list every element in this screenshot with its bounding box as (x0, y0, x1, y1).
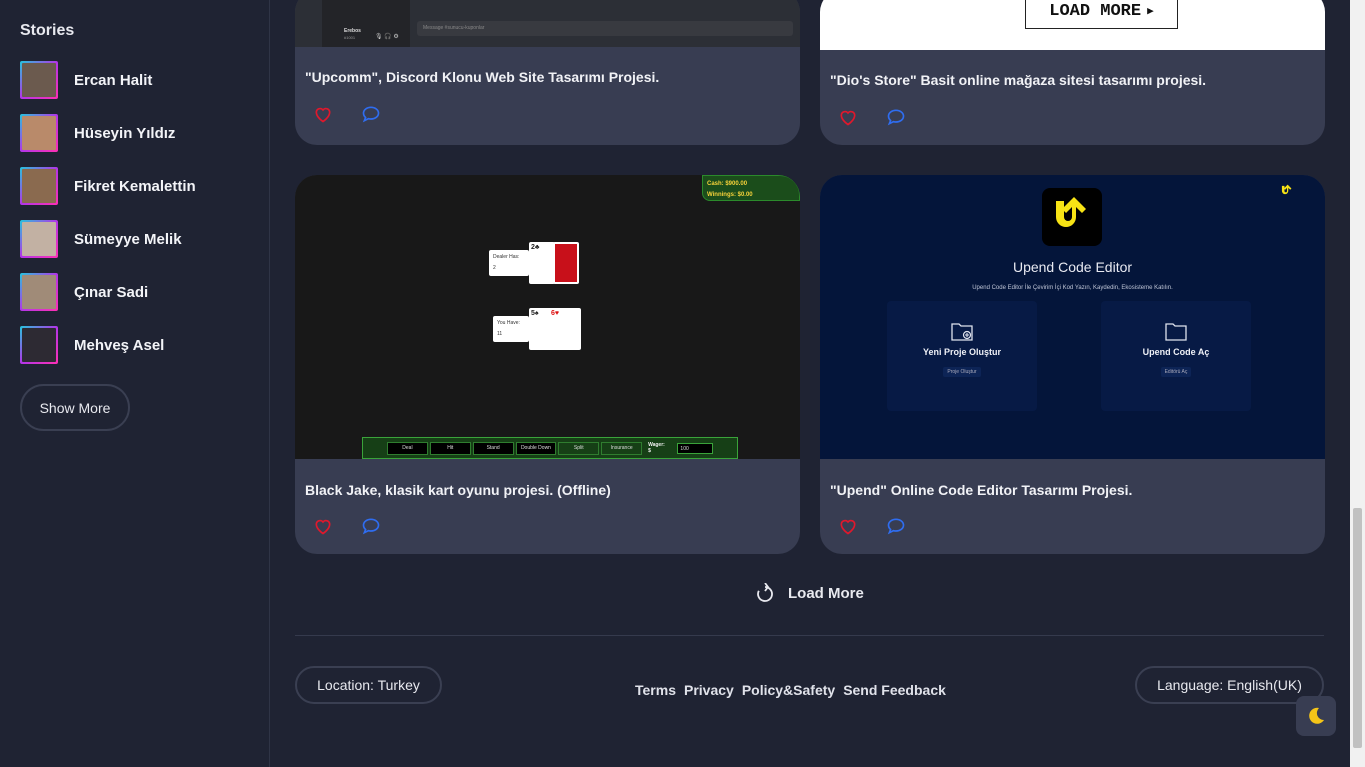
preview-user: Erebos (344, 28, 361, 34)
story-item[interactable]: Ercan Halit (20, 61, 152, 99)
avatar (20, 114, 58, 152)
folder-icon (1165, 323, 1187, 341)
story-item[interactable]: Sümeyye Melik (20, 220, 182, 258)
show-more-button[interactable]: Show More (20, 384, 130, 431)
card-title: "Upend" Online Code Editor Tasarımı Proj… (830, 482, 1133, 498)
comment-icon[interactable] (886, 516, 906, 536)
story-name: Hüseyin Yıldız (74, 124, 176, 142)
preview-player-box: You Have: 11 (493, 316, 529, 342)
scrollbar-thumb[interactable] (1353, 508, 1362, 748)
story-name: Sümeyye Melik (74, 230, 182, 248)
preview-message-input: Message #sunucu-kuponlar (417, 21, 793, 36)
story-item[interactable]: Hüseyin Yıldız (20, 114, 175, 152)
heart-icon[interactable] (838, 107, 858, 127)
preview-cash: Cash: $900.00 Winnings: $0.00 (702, 175, 800, 201)
preview-card-back (553, 242, 579, 284)
story-item[interactable]: Fikret Kemalettin (20, 167, 196, 205)
footer-links: Terms Privacy Policy&Safety Send Feedbac… (635, 682, 946, 698)
project-preview: Upend Code Editor Upend Code Editor İle … (820, 175, 1325, 459)
story-item[interactable]: Mehveş Asel (20, 326, 164, 364)
story-name: Çınar Sadi (74, 283, 149, 301)
card-title: "Dio's Store" Basit online mağaza sitesi… (830, 72, 1207, 88)
location-button[interactable]: Location: Turkey (295, 666, 442, 704)
heart-icon[interactable] (313, 104, 333, 124)
main-feed: Erebos #1001 🎙 🎧 ⚙ Message #sunucu-kupon… (270, 0, 1350, 767)
project-card[interactable]: Upend Code Editor Upend Code Editor İle … (820, 175, 1325, 554)
avatar (20, 61, 58, 99)
upend-logo (1042, 188, 1102, 246)
project-preview: Erebos #1001 🎙 🎧 ⚙ Message #sunucu-kupon… (295, 0, 800, 47)
project-card[interactable]: LOAD MORE ▶ "Dio's Store" Basit online ma… (820, 0, 1325, 145)
sidebar: Stories Ercan Halit Hüseyin Yıldız Fikre… (0, 0, 270, 767)
load-more-button[interactable]: Load More (756, 583, 864, 603)
heart-icon[interactable] (313, 516, 333, 536)
preview-tile: Upend Code Aç Editörü Aç (1101, 301, 1251, 411)
footer-link-policy-safety[interactable]: Policy&Safety (742, 682, 835, 698)
folder-plus-icon (951, 323, 973, 341)
preview-heading: Upend Code Editor (1012, 259, 1133, 275)
scrollbar[interactable] (1350, 0, 1365, 767)
avatar (20, 273, 58, 311)
avatar (20, 326, 58, 364)
moon-icon (1309, 707, 1324, 724)
preview-icons: 🎙 🎧 ⚙ (375, 34, 399, 40)
story-name: Mehveş Asel (74, 336, 165, 354)
project-card[interactable]: Erebos #1001 🎙 🎧 ⚙ Message #sunucu-kupon… (295, 0, 800, 145)
project-preview: LOAD MORE ▶ (820, 0, 1325, 50)
preview-load-more: LOAD MORE ▶ (1025, 0, 1178, 29)
upend-small-logo-icon (1281, 184, 1292, 195)
preview-card: 2♣ (529, 242, 555, 284)
theme-toggle-button[interactable] (1296, 696, 1336, 736)
card-title: "Upcomm", Discord Klonu Web Site Tasarım… (305, 69, 660, 85)
heart-icon[interactable] (838, 516, 858, 536)
comment-icon[interactable] (361, 104, 381, 124)
footer-link-privacy[interactable]: Privacy (684, 682, 734, 698)
comment-icon[interactable] (886, 107, 906, 127)
preview-tag: #1001 (344, 35, 356, 40)
load-more-label: Load More (788, 584, 864, 602)
card-title: Black Jake, klasik kart oyunu projesi. (… (305, 482, 611, 498)
avatar (20, 167, 58, 205)
comment-icon[interactable] (361, 516, 381, 536)
preview-subheading: Upend Code Editor İle Çevirim İçi Kod Ya… (972, 285, 1173, 291)
preview-tile: Yeni Proje Oluştur Proje Oluştur (887, 301, 1037, 411)
stories-title: Stories (20, 22, 75, 39)
preview-card: 6♥ (549, 308, 581, 350)
footer-link-terms[interactable]: Terms (635, 682, 676, 698)
divider (295, 635, 1324, 636)
project-preview: Cash: $900.00 Winnings: $0.00 Dealer Has… (295, 175, 800, 459)
story-item[interactable]: Çınar Sadi (20, 273, 148, 311)
language-button[interactable]: Language: English(UK) (1135, 666, 1324, 704)
refresh-icon (757, 583, 773, 602)
footer-link-send-feedback[interactable]: Send Feedback (843, 682, 946, 698)
story-name: Fikret Kemalettin (74, 177, 196, 195)
preview-controls: Deal Hit Stand Double Down Split Insuran… (362, 437, 738, 459)
preview-dealer-box: Dealer Has: 2 (489, 250, 529, 276)
avatar (20, 220, 58, 258)
project-card[interactable]: Cash: $900.00 Winnings: $0.00 Dealer Has… (295, 175, 800, 554)
story-name: Ercan Halit (74, 71, 153, 89)
